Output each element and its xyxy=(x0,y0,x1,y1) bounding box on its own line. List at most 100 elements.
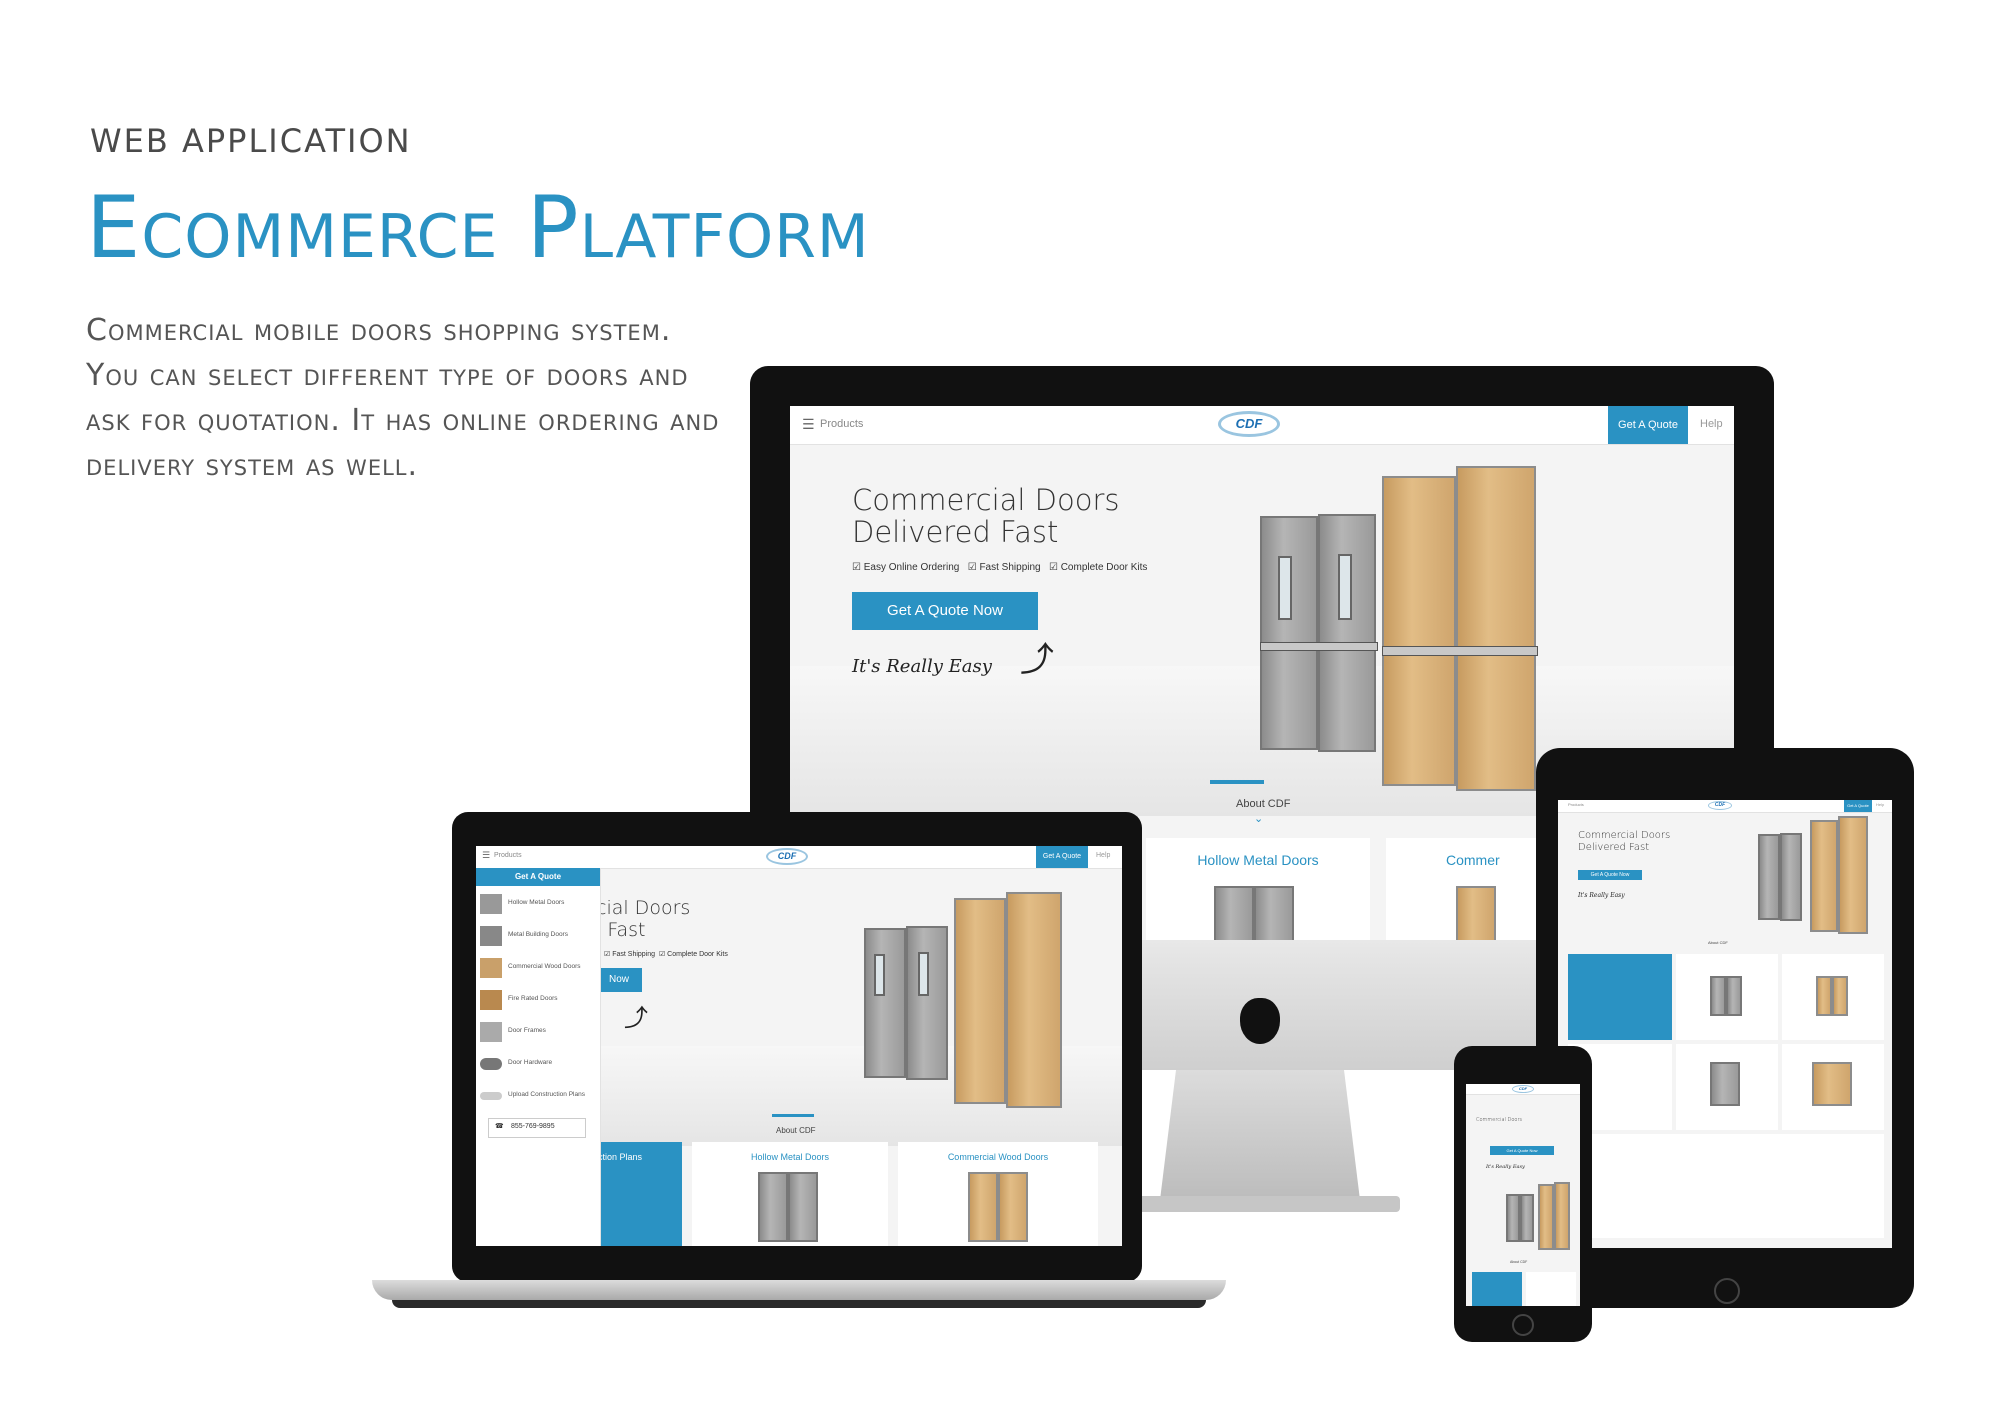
menu-item-label: Door Hardware xyxy=(508,1059,553,1066)
chevron-down-icon[interactable]: ⌄ xyxy=(1254,812,1263,825)
hero-title-line2: l Fast xyxy=(596,919,646,941)
eyebrow-label: WEB APPLICATION xyxy=(90,122,412,160)
menu-item-label: Fire Rated Doors xyxy=(508,995,558,1002)
hero-title-line1: cial Doors xyxy=(596,897,691,919)
nav-get-quote-button[interactable]: Get A Quote xyxy=(1844,800,1872,812)
laptop-card-wood[interactable]: Commercial Wood Doors xyxy=(898,1142,1098,1246)
laptop-card-hollow-metal[interactable]: Hollow Metal Doors xyxy=(692,1142,888,1246)
feature-fast-shipping: Fast Shipping xyxy=(612,951,656,958)
tablet-navbar: Products CDF Get A Quote Help xyxy=(1558,800,1892,813)
feature-door-kits: Complete Door Kits xyxy=(1060,562,1148,573)
phone-card[interactable] xyxy=(1526,1272,1576,1306)
feature-fast-shipping: Fast Shipping xyxy=(979,562,1041,573)
menu-item[interactable]: Commercial Wood Doors xyxy=(480,956,598,980)
menu-item[interactable]: Metal Building Doors xyxy=(480,924,598,948)
checkbox-icon: ☑ xyxy=(604,951,611,958)
desktop-navbar: ☰ Products CDF Get A Quote Help xyxy=(790,406,1734,445)
phone-box[interactable]: ☎ 855-769-9895 xyxy=(488,1118,586,1138)
hero-title-line1: Commercial Doors xyxy=(852,483,1120,517)
page-title: Ecommerce Platform xyxy=(86,178,870,278)
menu-item-label: Door Frames xyxy=(508,1027,546,1034)
desktop-stand xyxy=(1160,1070,1360,1200)
hero-get-quote-button[interactable]: Get A Quote Now xyxy=(1490,1146,1554,1155)
hero-tagline: It's Really Easy xyxy=(1578,892,1625,899)
about-label[interactable]: About CDF xyxy=(1236,798,1290,810)
feature-online-ordering: Easy Online Ordering xyxy=(863,562,960,573)
hero-title-line2: Delivered Fast xyxy=(1578,842,1650,853)
menu-icon[interactable]: ☰ xyxy=(802,416,815,433)
side-menu: Get A Quote Hollow Metal Doors Metal Bui… xyxy=(476,868,601,1246)
laptop-base-shadow xyxy=(392,1300,1206,1308)
nav-products-link[interactable]: Products xyxy=(820,418,863,430)
door-thumb-icon xyxy=(480,894,502,914)
menu-item-label: Hollow Metal Doors xyxy=(508,899,565,906)
menu-get-quote-button[interactable]: Get A Quote xyxy=(476,868,600,886)
nav-help-link[interactable]: Help xyxy=(1876,802,1884,807)
tablet-card[interactable] xyxy=(1782,954,1884,1040)
menu-item[interactable]: Hollow Metal Doors xyxy=(480,892,598,916)
hero-get-quote-button[interactable]: Now xyxy=(596,968,642,992)
desktop-card-hollow-metal[interactable]: Hollow Metal Doors xyxy=(1146,838,1370,940)
checkbox-icon: ☑ xyxy=(852,562,861,573)
nav-help-link[interactable]: Help xyxy=(1096,852,1110,859)
curved-arrow-icon: ⤴ xyxy=(1020,641,1054,679)
cdf-logo[interactable]: CDF xyxy=(1512,1085,1534,1093)
nav-get-quote-button[interactable]: Get A Quote xyxy=(1036,846,1088,868)
menu-item[interactable]: Fire Rated Doors xyxy=(480,988,598,1012)
tablet-how-to-section xyxy=(1568,1134,1884,1238)
hero-get-quote-button[interactable]: Get A Quote Now xyxy=(852,592,1038,630)
checkbox-icon: ☑ xyxy=(967,562,977,573)
nav-help-link[interactable]: Help xyxy=(1700,418,1723,430)
menu-item[interactable]: Door Frames xyxy=(480,1020,598,1044)
door-thumb-icon xyxy=(480,926,502,946)
nav-products-link[interactable]: Products xyxy=(1568,802,1584,807)
about-label[interactable]: About CDF xyxy=(1510,1260,1527,1264)
hero-title-line1: Commercial Doors xyxy=(1578,830,1671,841)
phone-home-button xyxy=(1512,1314,1534,1336)
feature-door-kits: Complete Door Kits xyxy=(667,951,728,958)
door-thumb-icon xyxy=(480,1022,502,1042)
menu-item[interactable]: Door Hardware xyxy=(480,1052,598,1076)
card-title: Hollow Metal Doors xyxy=(750,1152,830,1162)
page-description: Commercial mobile doors shopping system.… xyxy=(86,313,720,483)
plans-thumb-icon xyxy=(480,1092,502,1100)
laptop-navbar: ☰ Products CDF Get A Quote Help xyxy=(476,846,1122,869)
phone-number: 855-769-9895 xyxy=(511,1123,555,1130)
hero-title-line2: Delivered Fast xyxy=(852,515,1059,549)
carousel-indicator[interactable] xyxy=(1210,780,1264,784)
card-title: Commer xyxy=(1446,852,1500,868)
laptop-screen: ☰ Products CDF Get A Quote Help cial Doo… xyxy=(476,846,1122,1246)
hardware-thumb-icon xyxy=(480,1058,502,1070)
hero-title-line1: Commercial Doors xyxy=(1476,1117,1523,1123)
cdf-logo[interactable]: CDF xyxy=(766,848,808,865)
card-title: ction Plans xyxy=(598,1152,643,1162)
menu-item-label: Metal Building Doors xyxy=(508,931,568,938)
tablet-home-button xyxy=(1714,1278,1740,1304)
laptop-card-partial[interactable]: ction Plans xyxy=(594,1142,682,1246)
cdf-logo[interactable]: CDF xyxy=(1708,801,1732,810)
tablet-card[interactable] xyxy=(1676,954,1778,1040)
card-title: Hollow Metal Doors xyxy=(1197,852,1319,868)
nav-products-link[interactable]: Products xyxy=(494,852,522,859)
tablet-card[interactable] xyxy=(1676,1044,1778,1130)
card-title: Commercial Wood Doors xyxy=(947,1152,1049,1162)
phone-icon: ☎ xyxy=(495,1123,504,1130)
nav-get-quote-button[interactable]: Get A Quote xyxy=(1608,406,1688,444)
menu-item-label: Upload Construction Plans xyxy=(508,1091,585,1098)
menu-item[interactable]: Upload Construction Plans xyxy=(480,1084,598,1108)
hero-get-quote-button[interactable]: Get A Quote Now xyxy=(1578,870,1642,880)
checkbox-icon: ☑ xyxy=(1048,562,1058,573)
door-thumb-icon xyxy=(480,990,502,1010)
about-label[interactable]: About CDF xyxy=(1708,940,1728,945)
phone-card[interactable] xyxy=(1472,1272,1522,1306)
carousel-indicator[interactable] xyxy=(772,1114,814,1117)
tablet-card[interactable] xyxy=(1568,954,1672,1040)
hero-features: ☑ Easy Online Ordering ☑ Fast Shipping ☑… xyxy=(852,562,1147,573)
menu-icon[interactable]: ☰ xyxy=(482,850,490,861)
desktop-stand-base xyxy=(1120,1196,1400,1212)
hero-tagline: It's Really Easy xyxy=(1486,1164,1525,1170)
about-label[interactable]: About CDF xyxy=(776,1126,816,1135)
tablet-card[interactable] xyxy=(1782,1044,1884,1130)
hero-features: ☑ Fast Shipping ☑ Complete Door Kits xyxy=(604,950,728,958)
cdf-logo[interactable]: CDF xyxy=(1218,411,1280,437)
